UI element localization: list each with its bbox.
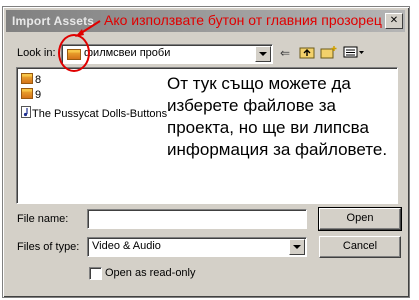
annotation-arrow (75, 20, 101, 37)
up-folder-icon[interactable] (298, 45, 316, 61)
list-item[interactable]: The Pussycat Dolls-Buttons (21, 106, 167, 120)
files-of-type-label: Files of type: (17, 241, 80, 253)
view-menu-icon[interactable] (342, 45, 366, 61)
folder-icon (21, 73, 33, 84)
explanation-note: От тук също можете да изберете файлове з… (167, 74, 388, 159)
annotation-text: Ако използвате бутон от главния прозорец (104, 12, 382, 28)
music-file-icon (21, 106, 31, 118)
back-icon[interactable]: ⇐ (276, 45, 294, 61)
folder-icon (21, 88, 33, 99)
look-in-value: филмсвеи проби (84, 47, 171, 59)
cancel-button[interactable]: Cancel (319, 236, 401, 258)
look-in-dropdown[interactable]: филмсвеи проби (61, 44, 273, 64)
list-item[interactable]: 9 (21, 88, 41, 102)
file-list[interactable]: 8 9 The Pussycat Dolls-Buttons От тук съ… (16, 67, 398, 204)
read-only-checkbox[interactable] (89, 267, 102, 280)
file-name-label: File name: (17, 213, 69, 225)
new-folder-icon[interactable] (320, 45, 338, 61)
chevron-down-icon[interactable] (289, 239, 305, 255)
list-item[interactable]: 8 (21, 73, 41, 87)
read-only-label: Open as read-only (105, 267, 196, 279)
open-button[interactable]: Open (318, 207, 402, 231)
close-button[interactable]: ✕ (385, 13, 403, 29)
files-of-type-dropdown[interactable]: Video & Audio (87, 237, 307, 257)
file-name-input[interactable] (87, 209, 307, 229)
look-in-label: Look in: (17, 47, 56, 59)
chevron-down-icon[interactable] (255, 46, 271, 62)
files-of-type-value: Video & Audio (92, 240, 161, 252)
